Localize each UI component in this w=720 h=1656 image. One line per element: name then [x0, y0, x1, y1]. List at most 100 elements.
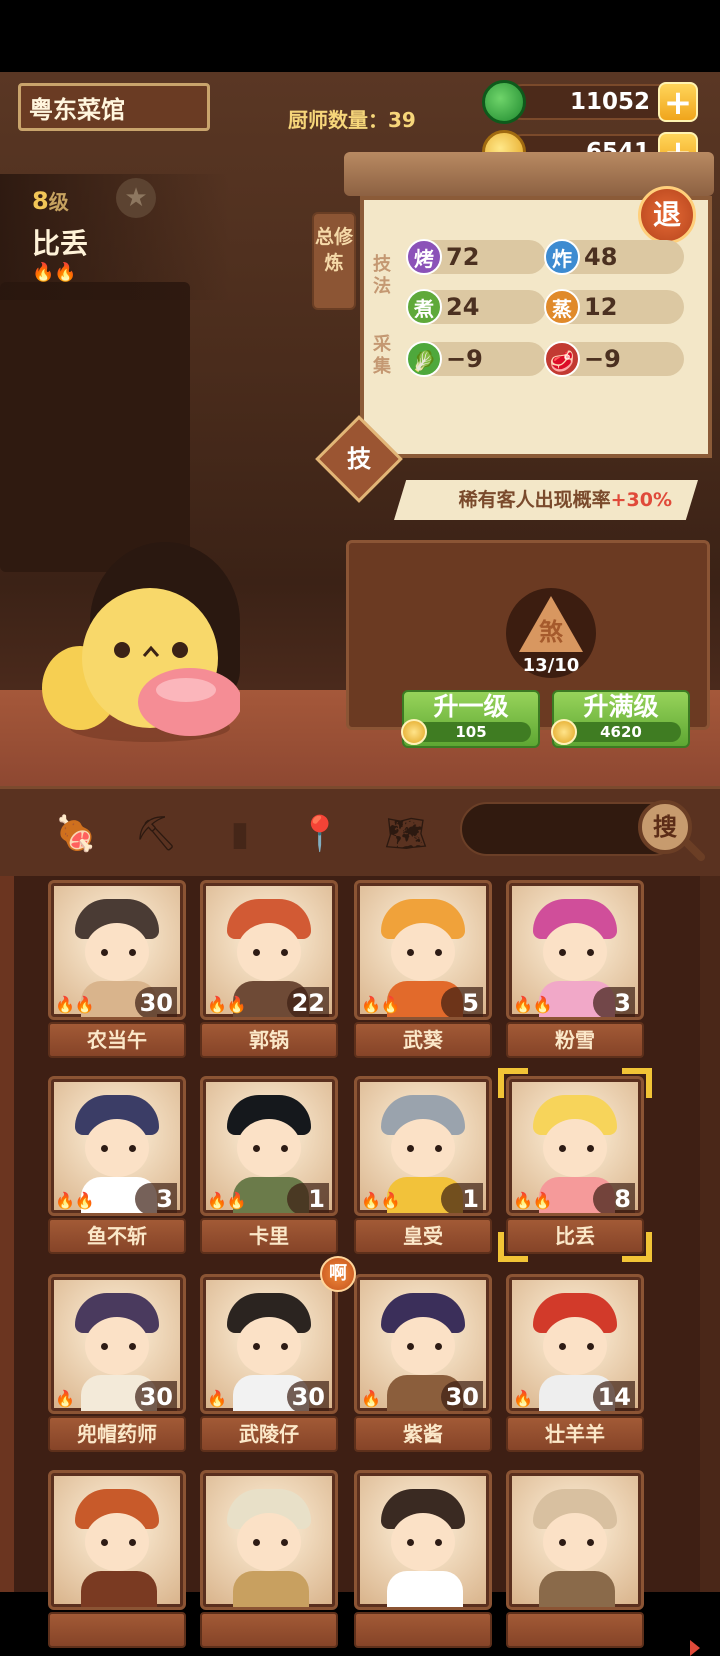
add-jade-button[interactable]: +	[658, 82, 698, 122]
chef-portrait-frame: 🔥🔥 22	[200, 880, 338, 1020]
chef-card-name: 郭锅	[200, 1022, 338, 1058]
location-icon[interactable]: 📍	[298, 812, 342, 856]
chef-card[interactable]	[200, 1470, 338, 1648]
skill-roast-icon: 烤	[406, 239, 442, 275]
upgrade-one-cost-value: 105	[455, 723, 487, 741]
upgrade-one-button[interactable]: 升一级 105	[401, 690, 540, 748]
chef-card[interactable]: 🔥🔥 22 郭锅	[200, 880, 338, 1058]
skill-value: −9	[446, 345, 483, 373]
chef-face	[85, 1119, 149, 1177]
skill-boil-icon: 煮	[406, 289, 442, 325]
chef-character	[42, 588, 240, 742]
chef-card[interactable]: 🔥🔥 1 皇受	[354, 1076, 492, 1254]
chef-eye-right	[129, 1539, 136, 1546]
chef-flames: 🔥🔥	[361, 1191, 401, 1210]
chef-card[interactable]: 🔥🔥 3 鱼不斩	[48, 1076, 186, 1254]
chef-flames: 🔥🔥	[207, 1191, 247, 1210]
scroll-arrow-icon[interactable]	[690, 1640, 700, 1656]
star-icon[interactable]: ★	[116, 178, 156, 218]
dumpling-highlight	[156, 678, 216, 702]
chef-card-name	[506, 1612, 644, 1648]
quit-button[interactable]: 退	[638, 186, 696, 244]
search-button[interactable]: 搜	[638, 800, 692, 854]
chef-flames: 🔥🔥	[513, 995, 553, 1014]
chef-face	[543, 923, 607, 981]
skill-meat-icon: 🥩	[544, 341, 580, 377]
chef-level-badge: 30	[287, 1381, 329, 1411]
total-training-tab[interactable]: 总修炼	[312, 212, 356, 310]
chef-card[interactable]	[506, 1470, 644, 1648]
chef-card[interactable]	[354, 1470, 492, 1648]
chef-eye-right	[435, 949, 442, 956]
chef-flames: 🔥	[361, 1389, 381, 1408]
chef-card-name	[200, 1612, 338, 1648]
chef-card[interactable]: 🔥🔥 1 卡里	[200, 1076, 338, 1254]
chef-portrait-frame: 🔥🔥 3	[48, 1076, 186, 1216]
chef-level-number: 8	[32, 187, 49, 215]
chef-card-name: 卡里	[200, 1218, 338, 1254]
jade-value: 11052	[569, 89, 650, 115]
chef-card-name: 农当午	[48, 1022, 186, 1058]
chef-eye-left	[253, 1539, 260, 1546]
chef-card[interactable]: 🔥 14 壮羊羊	[506, 1274, 644, 1452]
chef-face	[85, 923, 149, 981]
chef-card[interactable]: 🔥🔥 30 农当午	[48, 880, 186, 1058]
jar-icon[interactable]: ▮	[218, 812, 262, 856]
chef-portrait-frame: 🔥🔥 3	[506, 880, 644, 1020]
chef-portrait-frame	[506, 1470, 644, 1610]
chef-eye-left	[559, 1343, 566, 1350]
chef-card-name: 武陵仔	[200, 1416, 338, 1452]
chef-face	[237, 1119, 301, 1177]
skill-value: 48	[584, 243, 618, 271]
rare-guest-pct: +30%	[610, 489, 672, 511]
chick-eye-right	[172, 642, 188, 658]
chick-eye-left	[114, 642, 130, 658]
chef-face	[543, 1317, 607, 1375]
chef-eye-left	[253, 1145, 260, 1152]
chef-card[interactable]: 🔥 30 武陵仔	[200, 1274, 338, 1452]
chef-level-badge: 30	[135, 1381, 177, 1411]
chef-face	[391, 923, 455, 981]
skill-badge[interactable]: 技	[328, 428, 390, 490]
chef-portrait-frame	[48, 1470, 186, 1610]
chef-portrait-frame	[354, 1470, 492, 1610]
selection-corner	[622, 1232, 652, 1262]
chef-card-name: 兜帽药师	[48, 1416, 186, 1452]
chef-eye-left	[101, 1343, 108, 1350]
grid-scrollbar[interactable]	[700, 876, 720, 1592]
chef-card[interactable]: 🔥 30 紫酱	[354, 1274, 492, 1452]
restaurant-name[interactable]: 粤东菜馆	[18, 83, 210, 131]
coin-icon	[401, 719, 427, 745]
chef-eye-right	[435, 1343, 442, 1350]
map-question-icon[interactable]: 🗺	[384, 812, 428, 856]
chef-outfit	[81, 1571, 157, 1607]
chef-card-name: 壮羊羊	[506, 1416, 644, 1452]
chef-face	[391, 1513, 455, 1571]
chef-level-badge: 3	[593, 987, 635, 1017]
chef-face	[391, 1119, 455, 1177]
chef-eye-left	[407, 1539, 414, 1546]
chef-card[interactable]: 🔥 30 兜帽药师	[48, 1274, 186, 1452]
chef-level-badge: 22	[287, 987, 329, 1017]
chef-card[interactable]: 🔥🔥 5 武葵	[354, 880, 492, 1058]
skill-value: −9	[584, 345, 621, 373]
chef-card[interactable]	[48, 1470, 186, 1648]
chef-eye-right	[587, 1539, 594, 1546]
meat-icon[interactable]: 🍖	[54, 812, 98, 856]
upgrade-max-button[interactable]: 升满级 4620	[551, 690, 690, 748]
chef-outfit	[539, 1571, 615, 1607]
chef-card-name	[354, 1612, 492, 1648]
upgrade-max-cost: 4620	[551, 719, 681, 745]
chef-level-badge: 1	[287, 1183, 329, 1213]
chef-flames: 🔥🔥	[361, 995, 401, 1014]
shovel-icon[interactable]: ⛏	[134, 812, 178, 856]
chef-face	[237, 1513, 301, 1571]
chef-card[interactable]: 🔥🔥 8 比丢	[498, 1068, 652, 1262]
chef-eye-left	[101, 1145, 108, 1152]
chef-level-badge: 30	[441, 1381, 483, 1411]
chef-flames: 🔥	[207, 1389, 227, 1408]
status-bar	[0, 0, 720, 72]
chef-eye-left	[407, 1343, 414, 1350]
skill-steam-icon: 蒸	[544, 289, 580, 325]
chef-card[interactable]: 🔥🔥 3 粉雪	[506, 880, 644, 1058]
